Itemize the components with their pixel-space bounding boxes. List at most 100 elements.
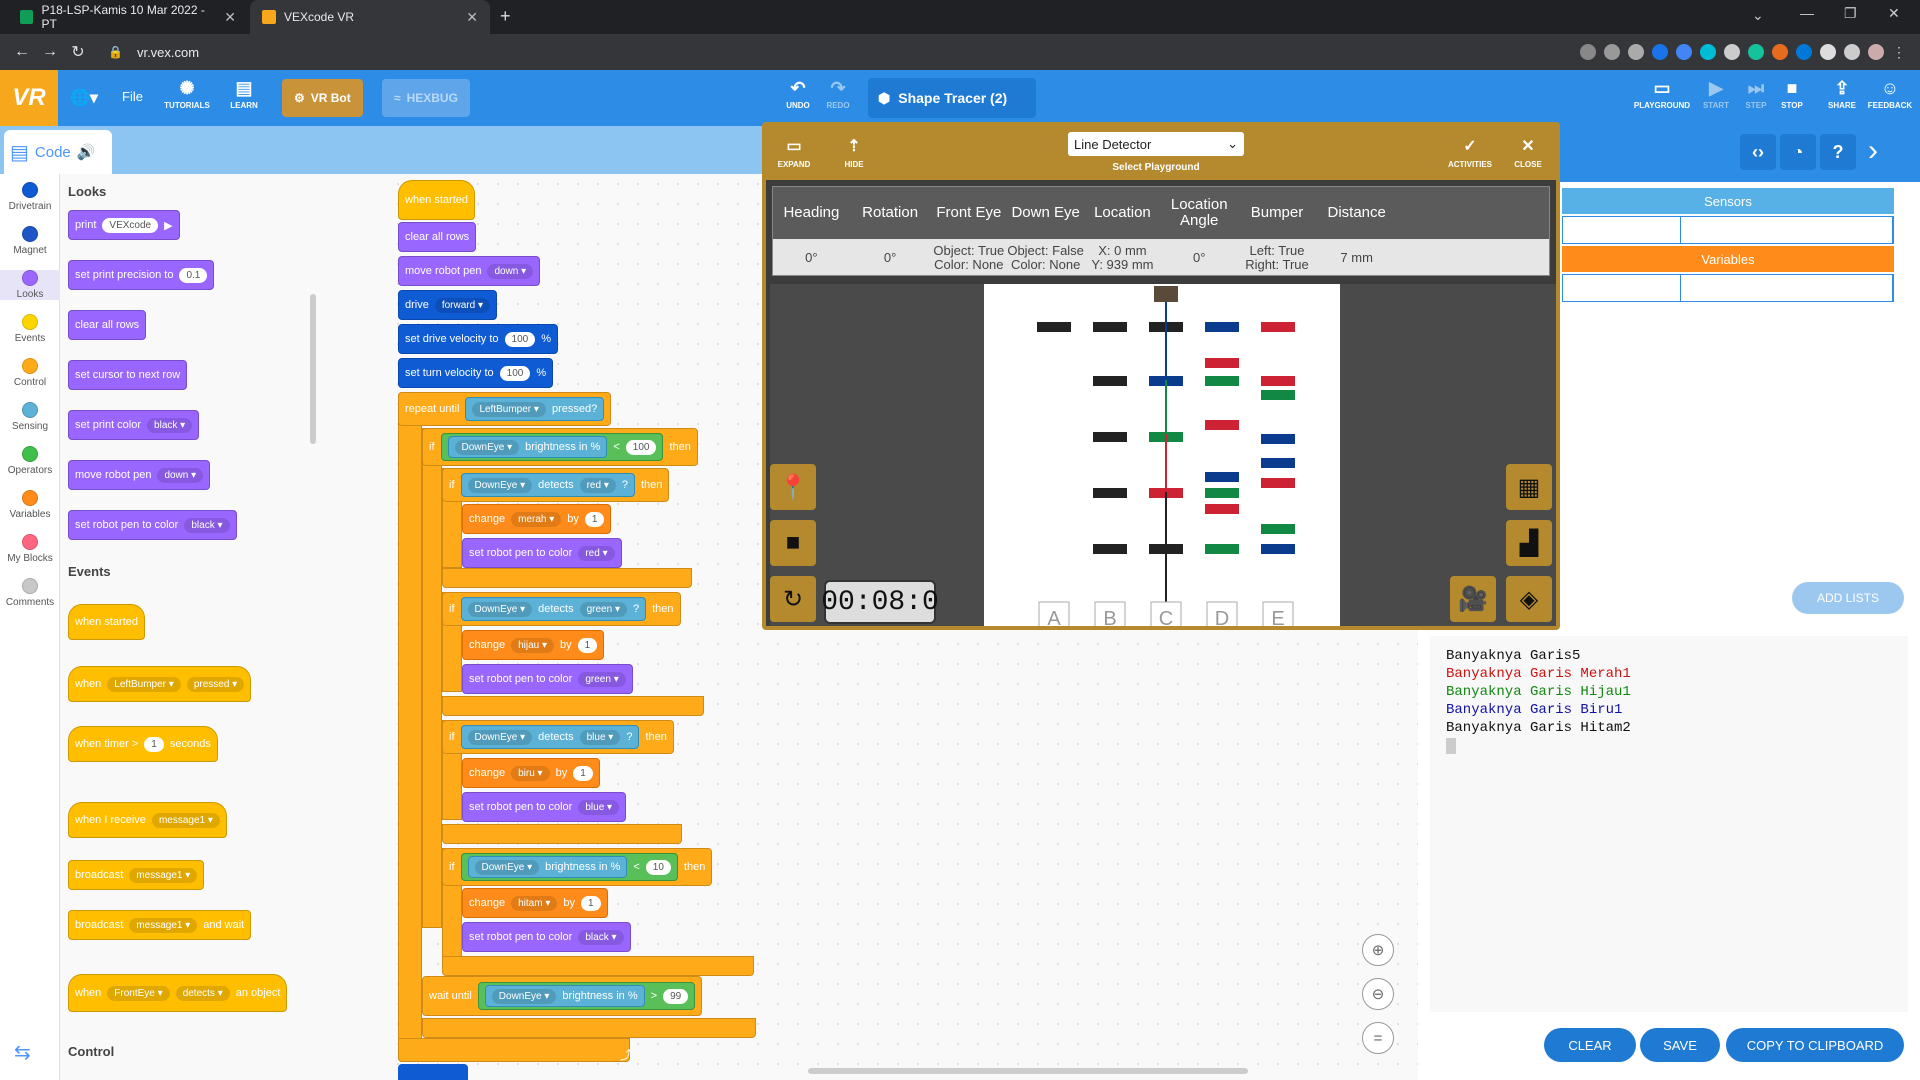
- value-input[interactable]: 1: [584, 511, 605, 527]
- location-pin-button[interactable]: 📍: [770, 464, 816, 510]
- close-window-icon[interactable]: ✕: [1888, 5, 1900, 22]
- pen-toggle-button[interactable]: ■: [770, 520, 816, 566]
- bumper-pressed-block[interactable]: LeftBumper pressed?: [465, 397, 605, 421]
- block-looks-5[interactable]: move robot pen down: [68, 460, 211, 490]
- detects-block[interactable]: DownEye detects red?: [460, 473, 635, 497]
- block-broadcast-wait[interactable]: broadcast message1 and wait: [68, 910, 252, 940]
- threshold-input[interactable]: 100: [625, 439, 657, 455]
- script-change-hijau[interactable]: change hijauby 1: [462, 630, 605, 660]
- block-looks-2[interactable]: clear all rows: [68, 310, 147, 340]
- undo-button[interactable]: ↶ UNDO: [784, 78, 812, 110]
- start-button[interactable]: ▶ START: [1700, 78, 1732, 110]
- script-turn-velocity[interactable]: set turn velocity to 100%: [398, 358, 554, 388]
- block-broadcast[interactable]: broadcast message1: [68, 860, 205, 890]
- language-globe-icon[interactable]: 🌐▾: [70, 88, 98, 108]
- threshold-input[interactable]: 10: [645, 859, 671, 875]
- block-looks-0[interactable]: print VEXcode ▶: [68, 210, 180, 240]
- browser-tab-vexcode[interactable]: VEXcode VR ✕: [250, 0, 490, 34]
- extension-icon[interactable]: [1628, 44, 1644, 60]
- block-when-bumper[interactable]: when LeftBumper pressed: [68, 666, 252, 702]
- script-if-brightness-10[interactable]: if DownEye brightness in % <10 then: [442, 848, 713, 886]
- save-button[interactable]: SAVE: [1640, 1028, 1720, 1062]
- script-change-biru[interactable]: change biruby 1: [462, 758, 600, 788]
- collapse-chevron-icon[interactable]: ›: [1868, 134, 1878, 168]
- zoom-in-icon[interactable]: ⊕: [1362, 934, 1394, 966]
- category-variables[interactable]: Variables: [0, 490, 60, 520]
- script-wait-until[interactable]: wait until DownEye brightness in % >99: [422, 976, 703, 1016]
- block-looks-3[interactable]: set cursor to next row: [68, 360, 188, 390]
- category-my-blocks[interactable]: My Blocks: [0, 534, 60, 564]
- metamask-icon[interactable]: [1772, 44, 1788, 60]
- zoom-out-icon[interactable]: ⊖: [1362, 978, 1394, 1010]
- value-input[interactable]: 1: [580, 895, 601, 911]
- restore-icon[interactable]: ❐: [1844, 5, 1857, 22]
- block-looks-6[interactable]: set robot pen to color black: [68, 510, 237, 540]
- extension-icon[interactable]: [1676, 44, 1692, 60]
- script-if-blue[interactable]: if DownEye detects blue? then: [442, 720, 674, 754]
- script-drive-velocity[interactable]: set drive velocity to 100%: [398, 324, 559, 354]
- color-dropdown[interactable]: black: [578, 929, 624, 945]
- block-when-timer[interactable]: when timer > 1 seconds: [68, 726, 218, 762]
- eye-dropdown[interactable]: DownEye: [474, 859, 540, 875]
- script-when-started[interactable]: when started: [398, 180, 475, 220]
- direction-dropdown[interactable]: forward: [434, 297, 491, 313]
- extensions-icon[interactable]: ⇆: [14, 1040, 31, 1065]
- palette-scrollbar[interactable]: [310, 294, 316, 444]
- block-param[interactable]: black: [184, 517, 230, 533]
- close-tab-icon[interactable]: ✕: [224, 9, 236, 26]
- forward-icon[interactable]: →: [36, 43, 64, 61]
- script-move-pen[interactable]: move robot pen down: [398, 256, 541, 286]
- category-sensing[interactable]: Sensing: [0, 402, 60, 432]
- category-magnet[interactable]: Magnet: [0, 226, 60, 256]
- color-dropdown[interactable]: blue: [579, 729, 621, 745]
- share-icon[interactable]: [1580, 44, 1596, 60]
- eraser-button[interactable]: ◈: [1506, 576, 1552, 622]
- timer-input[interactable]: 1: [144, 736, 164, 752]
- close-tab-icon[interactable]: ✕: [466, 9, 478, 26]
- block-param[interactable]: black: [147, 417, 193, 433]
- extension-icon[interactable]: [1820, 44, 1836, 60]
- less-than-block[interactable]: DownEye brightness in % <100: [440, 433, 664, 461]
- vrbot-button[interactable]: ⚙ VR Bot: [282, 79, 363, 117]
- stop-button[interactable]: ■ STOP: [1776, 78, 1808, 110]
- script-pen-blue[interactable]: set robot pen to color blue: [462, 792, 627, 822]
- eye-dropdown[interactable]: DownEye: [467, 601, 533, 617]
- script-clear-rows[interactable]: clear all rows: [398, 222, 477, 252]
- workspace-scrollbar[interactable]: [808, 1068, 1248, 1074]
- block-when-eye[interactable]: when FrontEye detects an object: [68, 974, 288, 1012]
- eye-dropdown[interactable]: DownEye: [467, 477, 533, 493]
- threshold-input[interactable]: 99: [663, 988, 689, 1004]
- script-repeat-until[interactable]: repeat until LeftBumper pressed?: [398, 392, 612, 426]
- camera-button[interactable]: 🎥: [1450, 576, 1496, 622]
- monitor-gauge-icon[interactable]: ◔: [1780, 134, 1816, 170]
- brightness-block[interactable]: DownEye brightness in %: [484, 985, 645, 1007]
- code-viewer-icon[interactable]: ‹›: [1740, 134, 1776, 170]
- script-change-merah[interactable]: change merahby 1: [462, 504, 612, 534]
- block-looks-1[interactable]: set print precision to 0.1: [68, 260, 215, 290]
- avatar[interactable]: [1868, 44, 1884, 60]
- block-when-receive[interactable]: when I receive message1: [68, 802, 227, 838]
- extension-icon[interactable]: [1700, 44, 1716, 60]
- category-control[interactable]: Control: [0, 358, 60, 388]
- message-dropdown[interactable]: message1: [151, 812, 220, 828]
- back-icon[interactable]: ←: [8, 43, 36, 61]
- tab-code[interactable]: ▤ Code 🔊: [4, 130, 112, 174]
- activities-button[interactable]: ✓ ACTIVITIES: [1442, 136, 1498, 169]
- eye-dropdown[interactable]: DownEye: [454, 439, 520, 455]
- tutorials-button[interactable]: ✺ TUTORIALS: [164, 78, 210, 110]
- pen-dropdown[interactable]: down: [487, 263, 534, 279]
- extension-icon[interactable]: [1796, 44, 1812, 60]
- greater-than-block[interactable]: DownEye brightness in % >99: [477, 982, 696, 1010]
- bumper-dropdown[interactable]: LeftBumper: [107, 676, 181, 692]
- variable-dropdown[interactable]: hitam: [511, 895, 558, 911]
- color-dropdown[interactable]: blue: [578, 799, 620, 815]
- script-pen-green[interactable]: set robot pen to color green: [462, 664, 633, 694]
- share-button[interactable]: ⇪ SHARE: [1822, 78, 1862, 110]
- tab-search-icon[interactable]: ⌄: [1752, 7, 1764, 24]
- eye-dropdown[interactable]: DownEye: [467, 729, 533, 745]
- project-name[interactable]: ⬢ Shape Tracer (2): [868, 78, 1036, 118]
- script-pen-black[interactable]: set robot pen to color black: [462, 922, 631, 952]
- color-dropdown[interactable]: red: [579, 477, 616, 493]
- brightness-block[interactable]: DownEye brightness in %: [467, 856, 628, 878]
- block-param[interactable]: VEXcode: [102, 217, 159, 233]
